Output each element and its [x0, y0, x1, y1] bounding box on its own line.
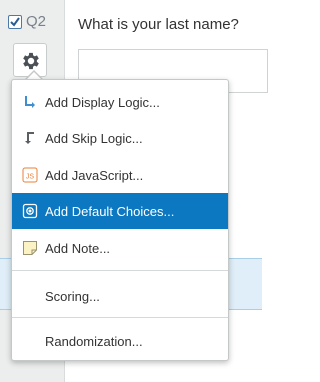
- menu-item-label: Add Note...: [45, 241, 111, 256]
- menu-item-scoring[interactable]: Scoring...: [12, 278, 228, 314]
- gear-icon: [23, 52, 39, 70]
- menu-item-label: Add Display Logic...: [45, 95, 160, 110]
- question-select-checkbox[interactable]: [8, 15, 22, 29]
- display-logic-arrow-icon: [25, 96, 35, 108]
- menu-divider: [12, 317, 228, 318]
- menu-item-add-javascript[interactable]: JS Add JavaScript...: [12, 157, 228, 193]
- checkmark-icon: [10, 17, 20, 27]
- menu-item-add-display-logic[interactable]: Add Display Logic...: [12, 84, 228, 120]
- default-choices-icon: [22, 203, 38, 219]
- menu-divider: [12, 270, 228, 271]
- menu-item-add-note[interactable]: Add Note...: [12, 230, 228, 266]
- question-text: What is your last name?: [78, 16, 239, 33]
- menu-item-label: Add Default Choices...: [45, 204, 175, 219]
- svg-text:JS: JS: [26, 174, 35, 181]
- menu-item-label: Add JavaScript...: [45, 168, 144, 183]
- menu-item-randomization[interactable]: Randomization...: [12, 323, 228, 359]
- skip-logic-arrow-icon: [25, 132, 34, 144]
- menu-item-add-skip-logic[interactable]: Add Skip Logic...: [12, 120, 228, 156]
- note-icon: [23, 241, 37, 255]
- question-settings-menu: Add Display Logic... Add Skip Logic... J…: [11, 79, 229, 361]
- menu-item-label: Add Skip Logic...: [45, 131, 143, 146]
- question-number: Q2: [26, 13, 47, 30]
- menu-item-label: Scoring...: [45, 289, 100, 304]
- menu-item-label: Randomization...: [45, 334, 143, 349]
- javascript-icon: JS: [22, 167, 38, 183]
- menu-item-add-default-choices[interactable]: Add Default Choices...: [12, 193, 228, 229]
